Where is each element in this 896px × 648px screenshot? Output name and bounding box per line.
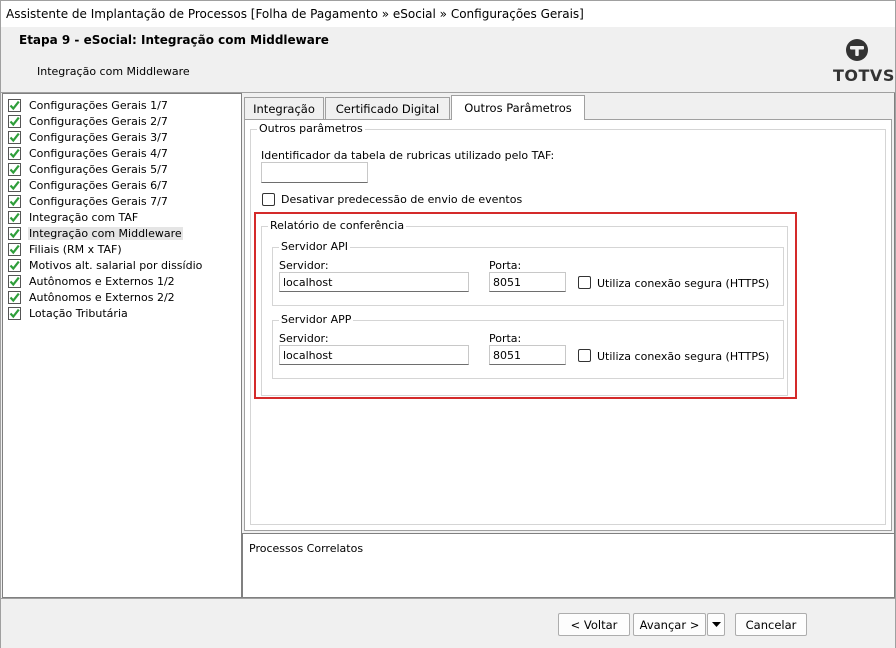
completed-check-icon	[8, 114, 21, 128]
cancel-button[interactable]: Cancelar	[735, 613, 807, 636]
sidebar-item[interactable]: Motivos alt. salarial por dissídio	[8, 257, 203, 273]
taf-table-label: Identificador da tabela de rubricas util…	[261, 149, 555, 162]
completed-check-icon	[8, 290, 21, 304]
sidebar-item-label: Lotação Tributária	[29, 306, 128, 320]
next-dropdown-button[interactable]	[707, 613, 725, 636]
sidebar-item-label: Configurações Gerais 2/7	[29, 114, 168, 128]
sidebar-item[interactable]: Autônomos e Externos 1/2	[8, 273, 176, 289]
tab-label: Outros Parâmetros	[464, 101, 572, 115]
sidebar-item[interactable]: Autônomos e Externos 2/2	[8, 289, 176, 305]
completed-check-icon	[8, 162, 21, 176]
cancel-button-label: Cancelar	[745, 617, 797, 632]
wizard-window: Assistente de Implantação de Processos […	[0, 0, 896, 648]
processos-correlatos-label: Processos Correlatos	[249, 542, 364, 555]
sidebar-item-label: Configurações Gerais 3/7	[29, 130, 168, 144]
sidebar-item-label: Configurações Gerais 5/7	[29, 162, 168, 176]
sidebar-item[interactable]: Configurações Gerais 6/7	[8, 177, 169, 193]
sidebar-item[interactable]: Configurações Gerais 2/7	[8, 113, 169, 129]
sidebar-item[interactable]: Configurações Gerais 5/7	[8, 161, 169, 177]
tab-outros-parametros[interactable]: Outros Parâmetros	[451, 95, 585, 120]
sidebar-item-label: Integração com TAF	[29, 210, 139, 224]
sidebar-item[interactable]: Lotação Tributária	[8, 305, 129, 321]
completed-check-icon	[8, 242, 21, 256]
tab-integracao[interactable]: Integração	[244, 97, 324, 119]
back-button[interactable]: < Voltar	[558, 613, 630, 636]
sidebar-item[interactable]: Filiais (RM x TAF)	[8, 241, 123, 257]
disable-predecessao-label: Desativar predecessão de envio de evento…	[281, 193, 523, 206]
chevron-down-icon	[711, 621, 721, 627]
sidebar-item[interactable]: Configurações Gerais 3/7	[8, 129, 169, 145]
completed-check-icon	[8, 178, 21, 192]
next-button[interactable]: Avançar >	[633, 613, 706, 636]
sidebar-item-label: Configurações Gerais 7/7	[29, 194, 168, 208]
sidebar-item-label: Motivos alt. salarial por dissídio	[29, 258, 203, 272]
next-button-label: Avançar >	[639, 617, 700, 632]
sidebar-item[interactable]: Integração com TAF	[8, 209, 139, 225]
completed-check-icon	[8, 274, 21, 288]
sidebar-item-label: Configurações Gerais 6/7	[29, 178, 168, 192]
steps-tree: Configurações Gerais 1/7 Configurações Ge…	[2, 93, 242, 598]
sidebar-item-label: Autônomos e Externos 1/2	[29, 274, 175, 288]
sidebar-item[interactable]: Integração com Middleware	[8, 225, 183, 241]
tab-certificado-digital[interactable]: Certificado Digital	[325, 97, 450, 119]
completed-check-icon	[8, 226, 21, 240]
step-title: Etapa 9 - eSocial: Integração com Middle…	[19, 33, 329, 47]
tab-label: Certificado Digital	[335, 101, 440, 116]
sidebar-item-label: Autônomos e Externos 2/2	[29, 290, 175, 304]
completed-check-icon	[8, 98, 21, 112]
footer-bar: < Voltar Avançar > Cancelar	[1, 598, 895, 648]
window-title: Assistente de Implantação de Processos […	[6, 7, 584, 21]
sidebar-item[interactable]: Configurações Gerais 1/7	[8, 97, 169, 113]
taf-table-input[interactable]	[261, 162, 368, 183]
sidebar-item[interactable]: Configurações Gerais 7/7	[8, 193, 169, 209]
completed-check-icon	[8, 194, 21, 208]
completed-check-icon	[8, 306, 21, 320]
tab-label: Integração	[253, 101, 315, 116]
highlight-box	[254, 212, 797, 399]
sidebar-item-label: Configurações Gerais 4/7	[29, 146, 168, 160]
disable-predecessao-checkbox[interactable]	[262, 193, 275, 206]
completed-check-icon	[8, 146, 21, 160]
completed-check-icon	[8, 210, 21, 224]
completed-check-icon	[8, 130, 21, 144]
completed-check-icon	[8, 258, 21, 272]
wizard-header: Etapa 9 - eSocial: Integração com Middle…	[1, 27, 895, 93]
sidebar-item-label: Filiais (RM x TAF)	[29, 242, 122, 256]
group-title: Outros parâmetros	[257, 122, 365, 135]
back-button-label: < Voltar	[570, 617, 618, 632]
sidebar-item-label: Configurações Gerais 1/7	[29, 98, 168, 112]
sidebar-item[interactable]: Configurações Gerais 4/7	[8, 145, 169, 161]
step-subtitle: Integração com Middleware	[37, 65, 190, 78]
logo-text: TOTVS	[833, 66, 895, 85]
processos-correlatos-panel: Processos Correlatos	[242, 533, 895, 598]
totvs-logo-icon	[846, 39, 868, 61]
sidebar-item-label: Integração com Middleware	[28, 226, 183, 240]
title-bar: Assistente de Implantação de Processos […	[1, 1, 895, 27]
totvs-logo: TOTVS	[829, 37, 894, 87]
